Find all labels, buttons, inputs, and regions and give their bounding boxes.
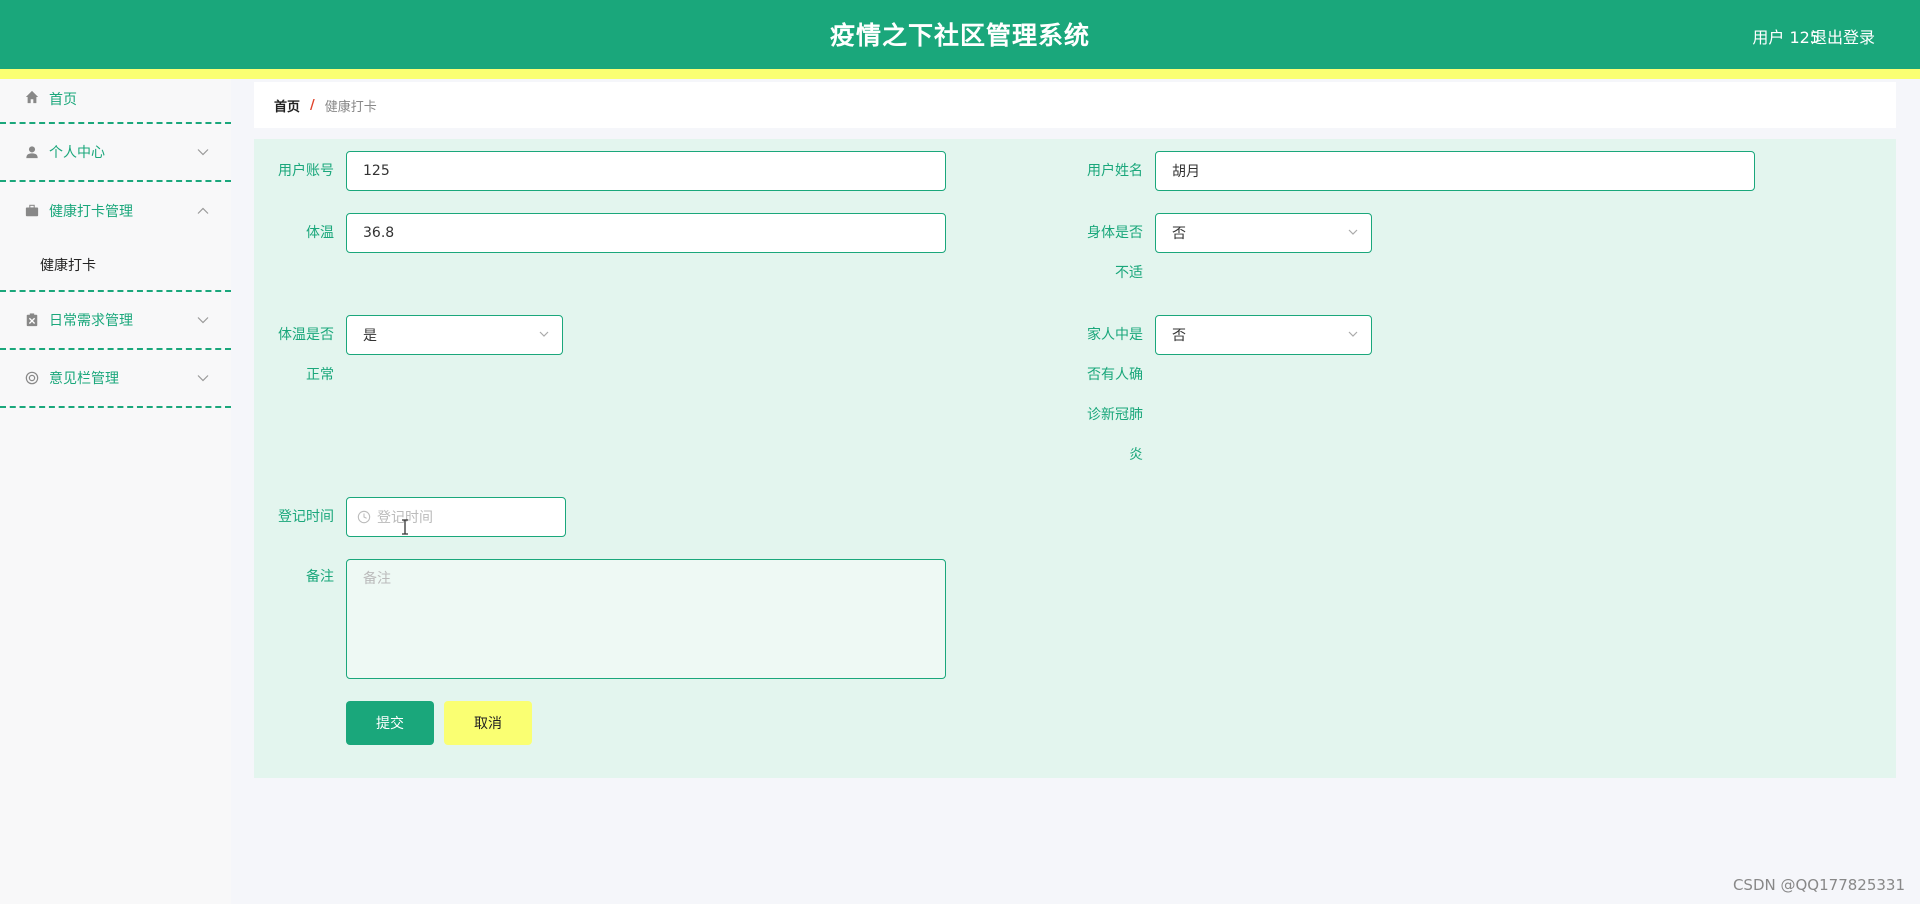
- breadcrumb: 首页 / 健康打卡: [254, 82, 1896, 128]
- temperature-label: 体温: [306, 225, 334, 241]
- name-input[interactable]: 胡月: [1155, 151, 1755, 191]
- sidebar-item-label: 首页: [49, 92, 77, 108]
- submit-button[interactable]: 提交: [346, 701, 434, 745]
- account-label: 用户账号: [278, 163, 334, 179]
- time-picker-input[interactable]: 登记时间: [346, 497, 566, 537]
- name-label: 用户姓名: [1087, 163, 1143, 179]
- chevron-down-icon: [1348, 331, 1358, 337]
- unwell-label-line1: 身体是否: [1087, 225, 1143, 241]
- family-select[interactable]: 否: [1155, 315, 1372, 355]
- family-select-value: 否: [1172, 328, 1186, 344]
- sidebar-group-health: 健康打卡管理 健康打卡: [0, 182, 231, 292]
- chevron-down-icon: [539, 331, 549, 337]
- sidebar-item-home[interactable]: 首页: [0, 79, 231, 124]
- sidebar-item-health[interactable]: 健康打卡管理: [0, 182, 231, 240]
- sidebar: 首页 个人中心 健康打卡管理 健康打卡 日常需求管理 意见栏管理: [0, 79, 231, 904]
- sidebar-item-label: 健康打卡管理: [49, 204, 133, 220]
- current-user: 用户 125: [1752, 28, 1820, 47]
- family-label-line1: 家人中是: [1087, 327, 1143, 343]
- cancel-button[interactable]: 取消: [444, 701, 532, 745]
- time-label: 登记时间: [278, 509, 334, 525]
- chevron-down-icon: [1348, 229, 1358, 235]
- text-cursor-icon: [402, 519, 408, 535]
- sidebar-item-daily[interactable]: 日常需求管理: [0, 292, 231, 350]
- breadcrumb-current: 健康打卡: [324, 99, 377, 115]
- breadcrumb-separator: /: [310, 97, 315, 113]
- note-textarea[interactable]: 备注: [346, 559, 946, 679]
- lifebuoy-icon: [24, 370, 40, 386]
- logout-link[interactable]: 退出登录: [1811, 24, 1875, 48]
- sidebar-item-personal[interactable]: 个人中心: [0, 124, 231, 182]
- family-label-line3: 诊新冠肺: [1087, 407, 1143, 423]
- chevron-down-icon: [197, 371, 209, 385]
- watermark: CSDN @QQ177825331: [1732, 876, 1905, 894]
- sidebar-item-feedback[interactable]: 意见栏管理: [0, 350, 231, 408]
- sidebar-item-label: 日常需求管理: [49, 313, 133, 329]
- header-stripe: [0, 69, 1920, 79]
- user-icon: [24, 144, 40, 160]
- family-label-line4: 炎: [1129, 447, 1143, 463]
- top-header: 疫情之下社区管理系统 用户 125 退出登录: [0, 0, 1920, 69]
- breadcrumb-home[interactable]: 首页: [274, 96, 300, 115]
- briefcase-icon: [24, 203, 40, 219]
- unwell-label-line2: 不适: [1115, 265, 1143, 281]
- chevron-down-icon: [197, 313, 209, 327]
- temp-normal-label-line1: 体温是否: [278, 327, 334, 343]
- clock-icon: [357, 510, 371, 524]
- account-input[interactable]: 125: [346, 151, 946, 191]
- chevron-up-icon: [197, 204, 209, 218]
- sidebar-subitem-health-checkin[interactable]: 健康打卡: [0, 240, 231, 290]
- home-icon: [24, 89, 40, 105]
- sidebar-item-label: 意见栏管理: [49, 371, 119, 387]
- temp-normal-select-value: 是: [363, 328, 377, 344]
- unwell-select-value: 否: [1172, 226, 1186, 242]
- chevron-down-icon: [197, 145, 209, 159]
- temp-normal-label-line2: 正常: [306, 367, 334, 383]
- family-label-line2: 否有人确: [1087, 367, 1143, 383]
- note-label: 备注: [306, 569, 334, 585]
- sidebar-item-label: 个人中心: [49, 145, 105, 161]
- unwell-select[interactable]: 否: [1155, 213, 1372, 253]
- app-title: 疫情之下社区管理系统: [829, 21, 1090, 50]
- clipboard-icon: [24, 312, 40, 328]
- temperature-input[interactable]: 36.8: [346, 213, 946, 253]
- temp-normal-select[interactable]: 是: [346, 315, 563, 355]
